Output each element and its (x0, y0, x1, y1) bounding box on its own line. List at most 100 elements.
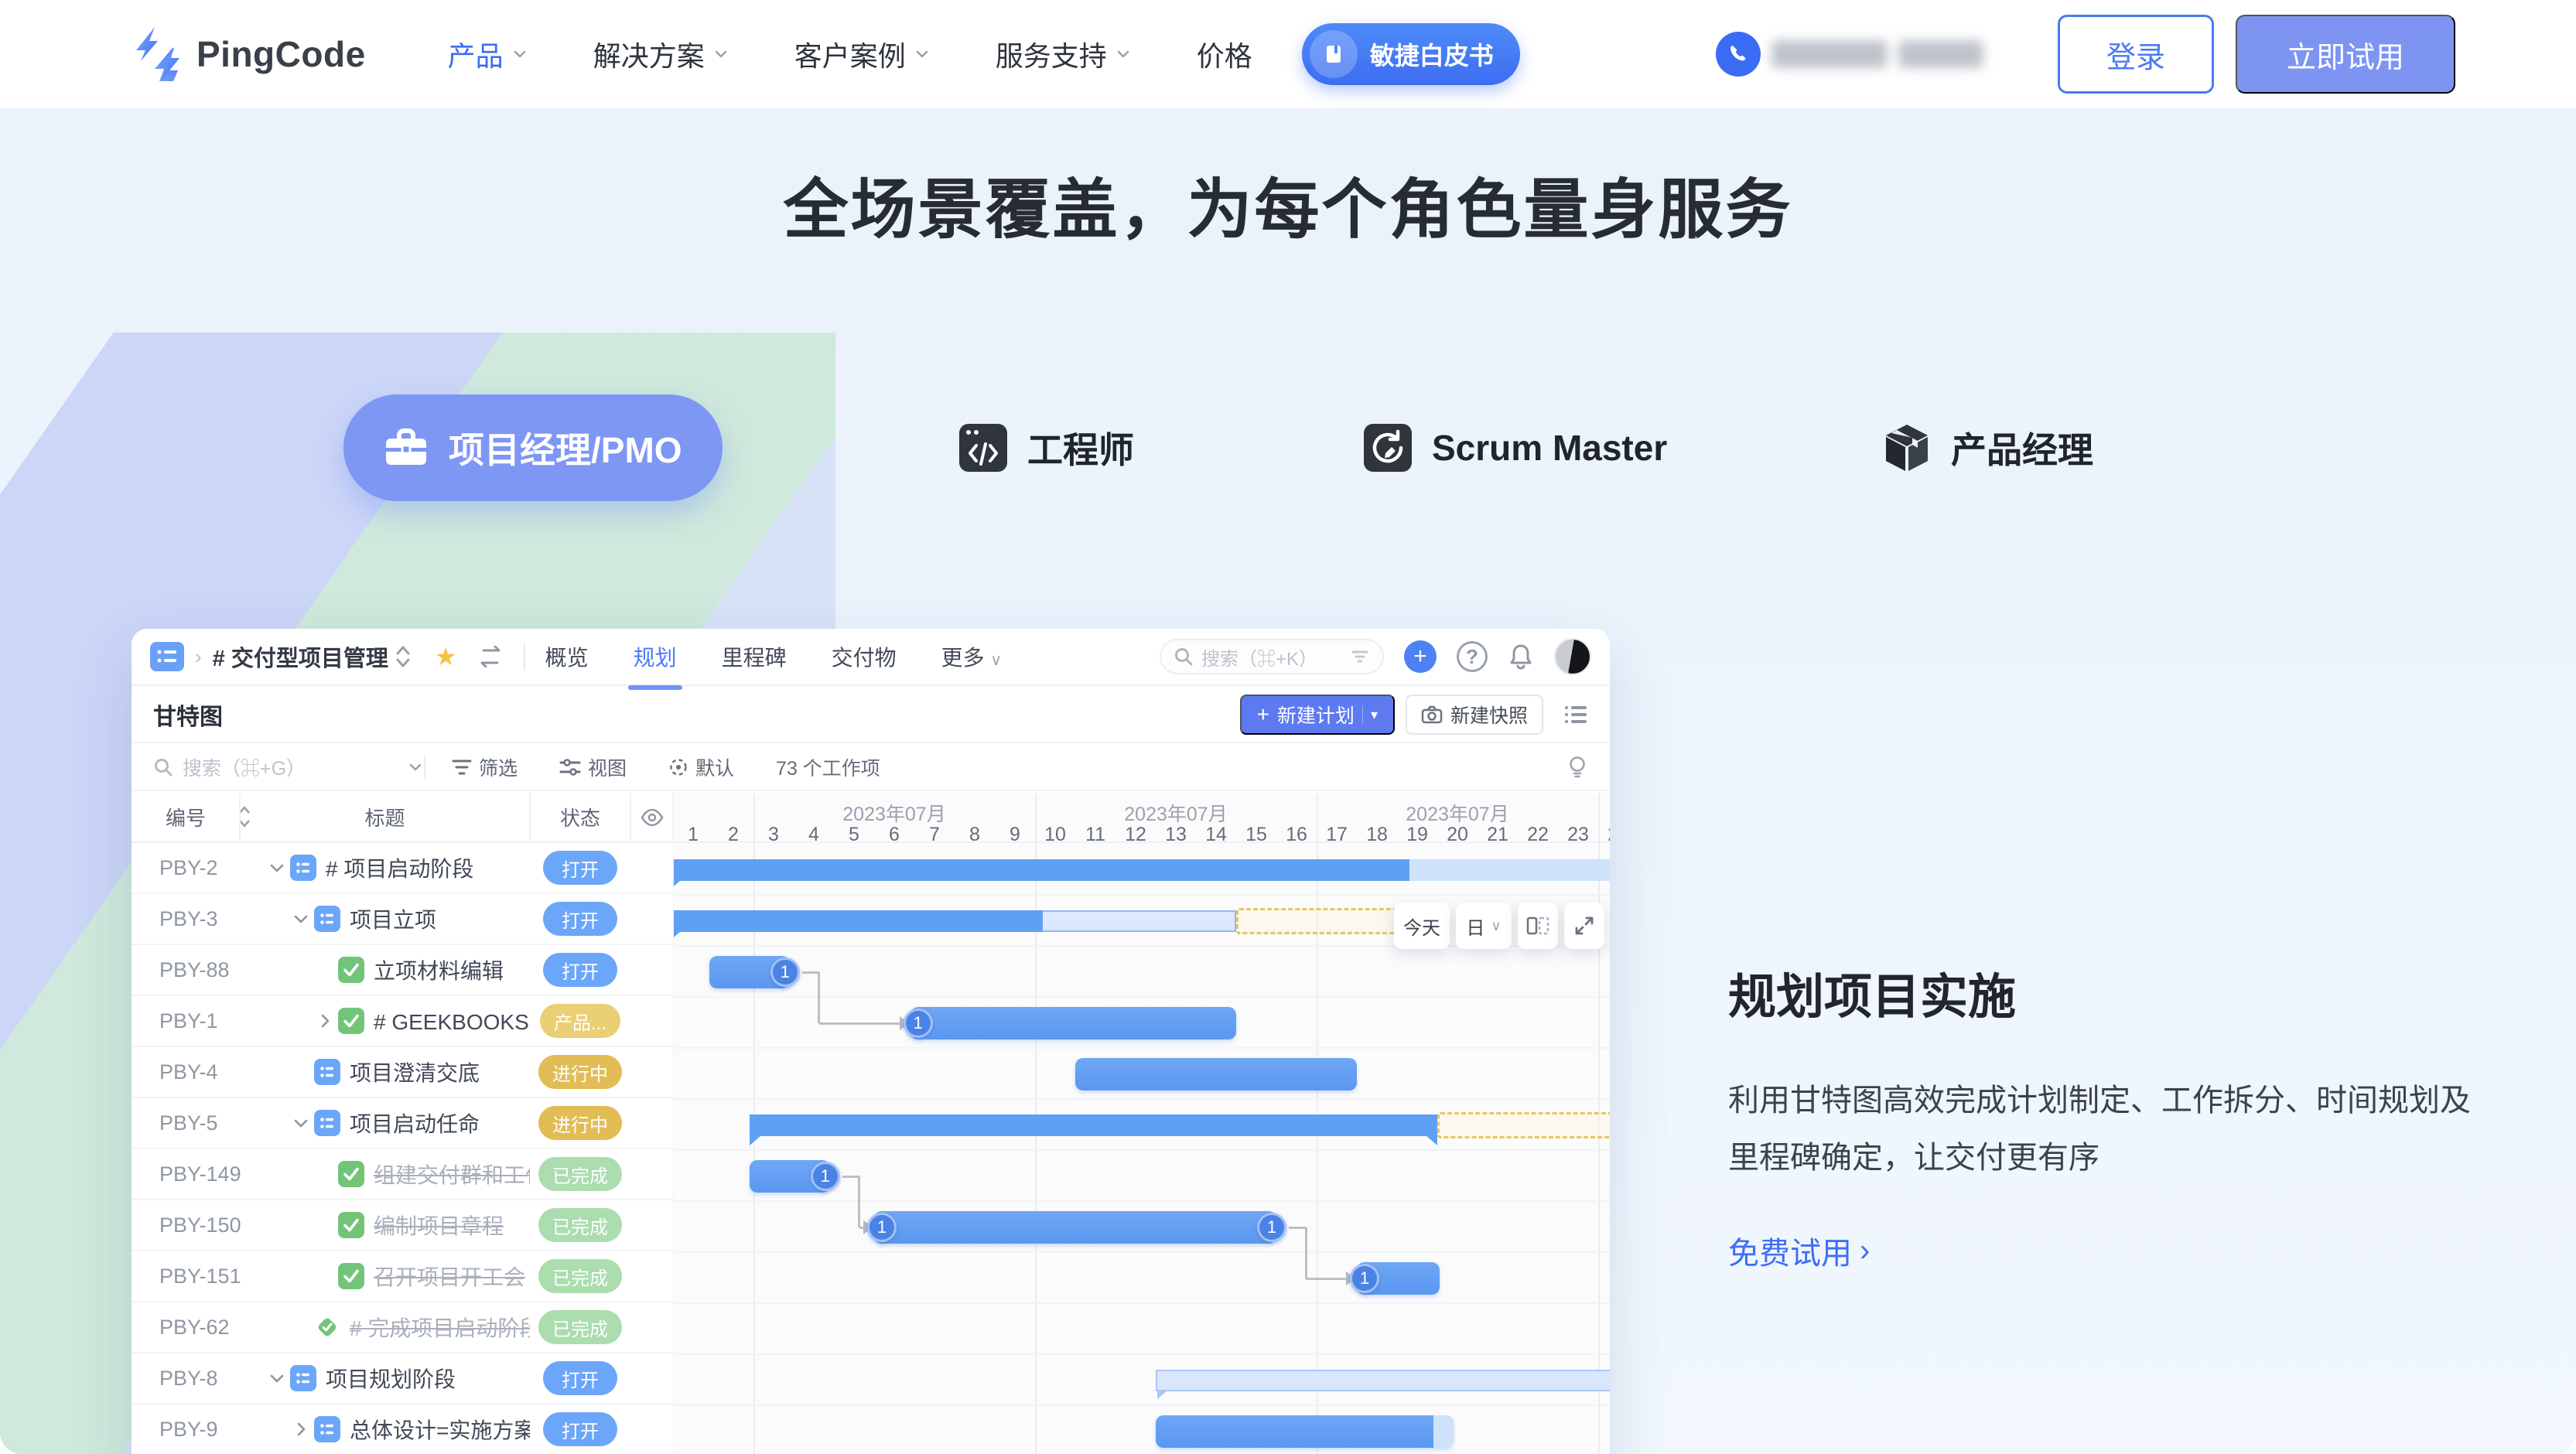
status-badge[interactable]: 进行中 (538, 1106, 622, 1140)
gantt-bar-task[interactable] (910, 1007, 1236, 1039)
free-trial-link[interactable]: 免费试用 › (1728, 1228, 2486, 1273)
day-label: 11 (1085, 824, 1105, 846)
default-view-button[interactable]: 默认 (668, 753, 734, 781)
gantt-bar-task[interactable] (1075, 1058, 1357, 1090)
expander-icon[interactable] (267, 1368, 290, 1388)
search-icon (153, 757, 173, 777)
gantt-bar-task[interactable] (1156, 1415, 1454, 1448)
status-badge[interactable]: 产品... (540, 1004, 620, 1038)
table-row[interactable]: PBY-62# 完成项目启动阶段...已完成 (132, 1302, 673, 1353)
split-view-button[interactable] (1518, 903, 1558, 949)
gantt-bar-lightcont[interactable] (1409, 859, 1610, 881)
nav-item-4[interactable]: 价格 (1197, 34, 1252, 74)
column-header-status[interactable]: 状态 (530, 793, 630, 841)
eye-icon[interactable] (630, 793, 673, 841)
status-badge[interactable]: 打开 (543, 953, 617, 987)
dependency-count-badge[interactable]: 1 (770, 957, 800, 987)
role-tab-3[interactable]: 产品经理 (1883, 394, 2093, 501)
app-tab-2[interactable]: 里程碑 (722, 641, 787, 672)
dependency-count-badge[interactable]: 1 (1257, 1213, 1286, 1242)
divider (424, 756, 425, 779)
project-folder-icon[interactable] (150, 642, 184, 671)
dependency-count-badge[interactable]: 1 (1350, 1264, 1379, 1293)
create-new-button[interactable]: + (1404, 640, 1437, 673)
app-tab-1[interactable]: 规划 (634, 641, 677, 672)
gantt-bar-sum[interactable] (673, 910, 1043, 932)
try-now-button[interactable]: 立即试用 (2236, 15, 2455, 94)
tips-bulb-icon[interactable] (1566, 755, 1588, 780)
dependency-connector (1305, 1227, 1307, 1278)
status-badge[interactable]: 已完成 (538, 1208, 622, 1242)
status-badge[interactable]: 已完成 (538, 1157, 622, 1191)
list-settings-icon[interactable] (1563, 704, 1588, 725)
table-row[interactable]: PBY-151召开项目开工会已完成 (132, 1251, 673, 1302)
breadcrumb-project-title[interactable]: # 交付型项目管理 (213, 640, 388, 673)
expander-icon[interactable] (291, 1419, 314, 1439)
table-row[interactable]: PBY-5项目启动任命进行中 (132, 1098, 673, 1149)
gantt-search-input[interactable]: 搜索（⌘+G） (153, 753, 424, 781)
table-row[interactable]: PBY-2# 项目启动阶段打开 (132, 843, 673, 894)
free-trial-label: 免费试用 (1728, 1228, 1852, 1273)
table-row[interactable]: PBY-150编制项目章程已完成 (132, 1200, 673, 1251)
dependency-count-badge[interactable]: 1 (811, 1162, 840, 1191)
app-tab-3[interactable]: 交付物 (832, 641, 897, 672)
column-header-title[interactable]: 标题 (240, 793, 530, 841)
chevron-down-icon (1115, 46, 1132, 63)
status-badge[interactable]: 打开 (543, 902, 617, 936)
gantt-bar-lightsum[interactable] (1156, 1370, 1610, 1391)
brand-logo[interactable]: PingCode (132, 26, 366, 83)
gantt-bar-dashed[interactable] (1236, 908, 1397, 934)
dependency-count-badge[interactable]: 1 (867, 1213, 897, 1242)
nav-item-3[interactable]: 服务支持 (996, 34, 1132, 74)
zoom-unit-select[interactable]: 日∨ (1456, 903, 1512, 949)
status-badge[interactable]: 打开 (543, 1361, 617, 1395)
table-row[interactable]: PBY-3项目立项打开 (132, 894, 673, 945)
project-switcher-icon[interactable] (395, 644, 412, 669)
role-tab-2[interactable]: Scrum Master (1364, 394, 1667, 501)
role-tab-0[interactable]: 项目经理/PMO (343, 394, 723, 501)
role-tab-1[interactable]: 工程师 (959, 394, 1134, 501)
gantt-bar-task[interactable] (874, 1211, 1276, 1244)
notifications-bell-icon[interactable] (1508, 643, 1534, 671)
expander-icon[interactable] (267, 858, 290, 878)
status-badge[interactable]: 打开 (543, 1412, 617, 1446)
new-plan-button[interactable]: + 新建计划 ▾ (1240, 695, 1395, 735)
login-button[interactable]: 登录 (2058, 15, 2214, 94)
fullscreen-button[interactable] (1564, 903, 1604, 949)
nav-item-2[interactable]: 客户案例 (794, 34, 931, 74)
column-header-id[interactable]: 编号 (132, 793, 240, 841)
gantt-bar-sum[interactable] (673, 859, 1409, 881)
status-badge[interactable]: 已完成 (538, 1259, 622, 1293)
app-tab-4[interactable]: 更多 ∨ (941, 641, 1002, 672)
nav-item-0[interactable]: 产品 (448, 34, 528, 74)
table-row[interactable]: PBY-1# GEEKBOOKS 极...产品... (132, 996, 673, 1047)
gantt-bar-dashed[interactable] (1437, 1112, 1610, 1138)
swap-icon[interactable] (477, 646, 504, 667)
dependency-count-badge[interactable]: 1 (904, 1009, 933, 1038)
expander-icon[interactable] (315, 1011, 338, 1031)
table-row[interactable]: PBY-88立项材料编辑打开 (132, 945, 673, 996)
table-row[interactable]: PBY-9总体设计=实施方案（...打开 (132, 1405, 673, 1454)
status-badge[interactable]: 打开 (543, 851, 617, 885)
gantt-bar-lightbord[interactable] (1043, 910, 1236, 932)
expander-icon[interactable] (291, 909, 314, 929)
gantt-bar-sum[interactable] (750, 1114, 1437, 1136)
app-search-input[interactable]: 搜索（⌘+K） (1160, 639, 1384, 674)
nav-item-1[interactable]: 解决方案 (593, 34, 729, 74)
status-badge[interactable]: 进行中 (538, 1055, 622, 1089)
table-row[interactable]: PBY-4项目澄清交底进行中 (132, 1047, 673, 1098)
user-avatar[interactable] (1554, 638, 1591, 675)
today-button[interactable]: 今天 (1394, 903, 1450, 949)
app-tab-0[interactable]: 概览 (545, 641, 589, 672)
filter-button[interactable]: 筛选 (452, 753, 518, 781)
new-snapshot-button[interactable]: 新建快照 (1406, 695, 1543, 735)
view-settings-button[interactable]: 视图 (559, 753, 627, 781)
expander-icon[interactable] (291, 1113, 314, 1133)
favorite-star-icon[interactable]: ★ (435, 642, 457, 671)
help-icon[interactable]: ? (1457, 641, 1488, 672)
table-row[interactable]: PBY-8项目规划阶段打开 (132, 1353, 673, 1405)
status-badge[interactable]: 已完成 (538, 1310, 622, 1344)
pingcode-logo-icon (132, 26, 183, 83)
whitepaper-badge[interactable]: 敏捷白皮书 (1302, 23, 1520, 85)
table-row[interactable]: PBY-149组建交付群和工作台已完成 (132, 1149, 673, 1200)
